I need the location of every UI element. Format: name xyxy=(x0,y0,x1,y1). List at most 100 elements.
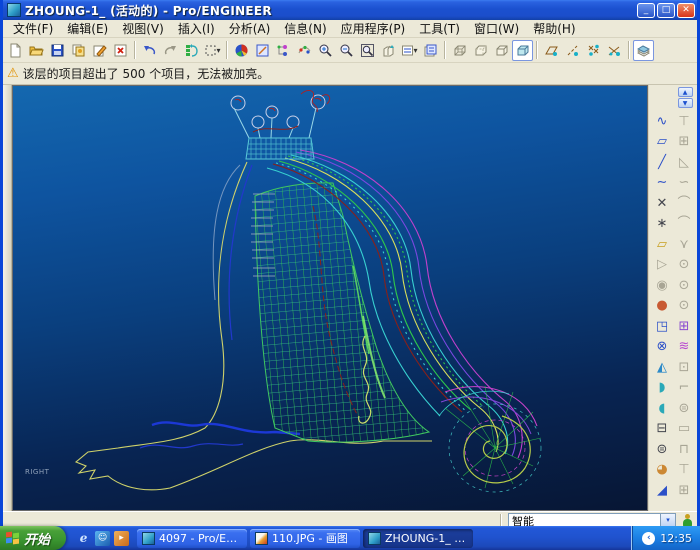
minimize-button[interactable]: _ xyxy=(637,3,655,18)
menu-file[interactable]: 文件(F) xyxy=(7,20,59,37)
surface-tool-icon[interactable]: ◗ xyxy=(651,378,673,398)
zoom-in-icon[interactable] xyxy=(315,40,336,61)
menu-info[interactable]: 信息(N) xyxy=(278,20,332,37)
close-button[interactable]: ✕ xyxy=(677,3,695,18)
extend-tool-icon[interactable]: ⊟ xyxy=(651,419,673,439)
undo-icon[interactable] xyxy=(139,40,160,61)
extrude-tool-icon[interactable]: ⊤ xyxy=(673,111,695,131)
redo-icon[interactable] xyxy=(160,40,181,61)
proe-app-icon xyxy=(7,3,21,17)
titlebar[interactable]: ZHOUNG-1_ (活动的) - Pro/ENGINEER _ □ ✕ xyxy=(3,0,697,20)
wireframe-model xyxy=(13,86,647,511)
media-player-icon[interactable]: ▸ xyxy=(114,531,129,546)
taskbar-button-proe-browser[interactable]: 4097 - Pro/ENGIN... xyxy=(137,529,247,548)
sketch-view-icon[interactable] xyxy=(252,40,273,61)
point-tool-icon[interactable]: ✕ xyxy=(651,193,673,213)
view-manager-icon[interactable] xyxy=(420,40,441,61)
wireframe-display-icon[interactable] xyxy=(449,40,470,61)
copy-geometry-icon[interactable]: ◳ xyxy=(651,316,673,336)
main-toolbar: ▾ ▾ xyxy=(3,38,697,63)
spline-tool-icon[interactable]: ∼ xyxy=(651,173,673,193)
datum-plane-toggle-icon[interactable] xyxy=(541,40,562,61)
plane-create-icon[interactable]: ▱ xyxy=(651,234,673,254)
datum-point-toggle-icon[interactable] xyxy=(583,40,604,61)
regenerate-icon[interactable] xyxy=(181,40,202,61)
start-button[interactable]: 开始 xyxy=(0,526,66,550)
maximize-button[interactable]: □ xyxy=(657,3,675,18)
mirror-tool-icon[interactable]: ⌐ xyxy=(673,378,695,398)
menu-view[interactable]: 视图(V) xyxy=(116,20,170,37)
shaded-display-icon[interactable] xyxy=(512,40,533,61)
graphics-viewport[interactable]: RIGHT xyxy=(12,85,648,511)
menu-help[interactable]: 帮助(H) xyxy=(527,20,581,37)
menu-analysis[interactable]: 分析(A) xyxy=(223,20,277,37)
saved-views-icon[interactable]: ▾ xyxy=(399,40,420,61)
open-file-icon[interactable] xyxy=(26,40,47,61)
copy-model-icon[interactable] xyxy=(68,40,89,61)
datum-plane-tool-icon[interactable]: ▱ xyxy=(651,132,673,152)
fill-tool-icon[interactable]: ⊞ xyxy=(673,132,695,152)
datum-label: RIGHT xyxy=(25,468,49,476)
boundary-blend-icon[interactable]: ◖ xyxy=(651,398,673,418)
freeform-tool-icon[interactable]: ∽ xyxy=(673,173,695,193)
navigator-sash[interactable] xyxy=(3,85,12,511)
taskbar-button-zhoung[interactable]: ZHOUNG-1_ (活动... xyxy=(363,529,473,548)
text-feature-icon[interactable]: ⊤ xyxy=(673,460,695,480)
select-tool-icon[interactable]: ▷ xyxy=(651,255,673,275)
scroll-down-icon[interactable]: ▼ xyxy=(678,98,693,108)
thicken-tool-icon[interactable]: ⊜ xyxy=(673,398,695,418)
draft-tool-icon[interactable]: ◢ xyxy=(651,480,673,500)
style-curve-icon[interactable]: ∿ xyxy=(651,111,673,131)
style-surface-icon[interactable]: ⊞ xyxy=(673,316,695,336)
messenger-icon[interactable]: ☺ xyxy=(95,531,110,546)
zoom-out-icon[interactable] xyxy=(336,40,357,61)
grid-tool-icon[interactable]: ⊞ xyxy=(673,480,695,500)
menu-applications[interactable]: 应用程序(P) xyxy=(335,20,412,37)
paint-task-icon xyxy=(255,532,268,545)
round-tool-icon[interactable]: ⊙ xyxy=(673,255,695,275)
layers-icon[interactable] xyxy=(633,40,654,61)
menu-window[interactable]: 窗口(W) xyxy=(468,20,525,37)
variable-round-icon[interactable]: ⊙ xyxy=(673,296,695,316)
datum-axis-toggle-icon[interactable] xyxy=(562,40,583,61)
datum-csys-toggle-icon[interactable] xyxy=(604,40,625,61)
screen: ZHOUNG-1_ (活动的) - Pro/ENGINEER _ □ ✕ 文件(… xyxy=(0,0,700,550)
menu-tools[interactable]: 工具(T) xyxy=(413,20,466,37)
auto-round-icon[interactable]: ⊙ xyxy=(673,275,695,295)
visibility-tool-icon[interactable]: ◉ xyxy=(651,275,673,295)
axis-tool-icon[interactable]: ∗ xyxy=(651,214,673,234)
line-tool-icon[interactable]: ╱ xyxy=(651,152,673,172)
close-window-icon[interactable] xyxy=(110,40,131,61)
wrap-curve-icon[interactable]: ⌒ xyxy=(673,214,695,234)
nohidden-display-icon[interactable] xyxy=(491,40,512,61)
solidify-tool-icon[interactable]: ▭ xyxy=(673,419,695,439)
menu-edit[interactable]: 编辑(E) xyxy=(61,20,114,37)
hiddenline-display-icon[interactable] xyxy=(470,40,491,61)
selection-mode-icon[interactable]: ▾ xyxy=(202,40,223,61)
refit-icon[interactable] xyxy=(357,40,378,61)
chamfer-tool-icon[interactable]: ◺ xyxy=(673,152,695,172)
right-toolbar: ▲ ▼ ∿⊤▱⊞╱◺∼∽✕⌒∗⌒▱⋎▷⊙◉⊙●⊙◳⊞⊗≋◭⊡◗⌐◖⊜⊟▭⊜⊓◕⊤… xyxy=(648,85,697,511)
feature-info-icon[interactable] xyxy=(294,40,315,61)
sweep-tool-icon[interactable]: ◭ xyxy=(651,357,673,377)
intersect-tool-icon[interactable]: ⊓ xyxy=(673,439,695,459)
pattern-tool-icon[interactable]: ⊗ xyxy=(651,337,673,357)
save-file-icon[interactable] xyxy=(47,40,68,61)
appearance-tool-icon[interactable]: ● xyxy=(651,296,673,316)
style-trace-icon[interactable]: ≋ xyxy=(673,337,695,357)
model-tree-icon[interactable] xyxy=(273,40,294,61)
new-file-icon[interactable] xyxy=(5,40,26,61)
tray-chevron-icon[interactable]: ‹ xyxy=(642,532,655,545)
ie-icon[interactable]: e xyxy=(76,531,91,546)
trim-tool-icon[interactable]: ⊡ xyxy=(673,357,695,377)
merge-tool-icon[interactable]: ⋎ xyxy=(673,234,695,254)
scroll-up-icon[interactable]: ▲ xyxy=(678,87,693,97)
taskbar-button-paint[interactable]: 110.JPG - 画图 xyxy=(250,529,360,548)
render-style-icon[interactable] xyxy=(231,40,252,61)
menu-insert[interactable]: 插入(I) xyxy=(172,20,221,37)
reorient-icon[interactable] xyxy=(378,40,399,61)
offset-tool-icon[interactable]: ⊜ xyxy=(651,439,673,459)
render-tool-icon[interactable]: ◕ xyxy=(651,460,673,480)
project-curve-icon[interactable]: ⌒ xyxy=(673,193,695,213)
edit-model-icon[interactable] xyxy=(89,40,110,61)
